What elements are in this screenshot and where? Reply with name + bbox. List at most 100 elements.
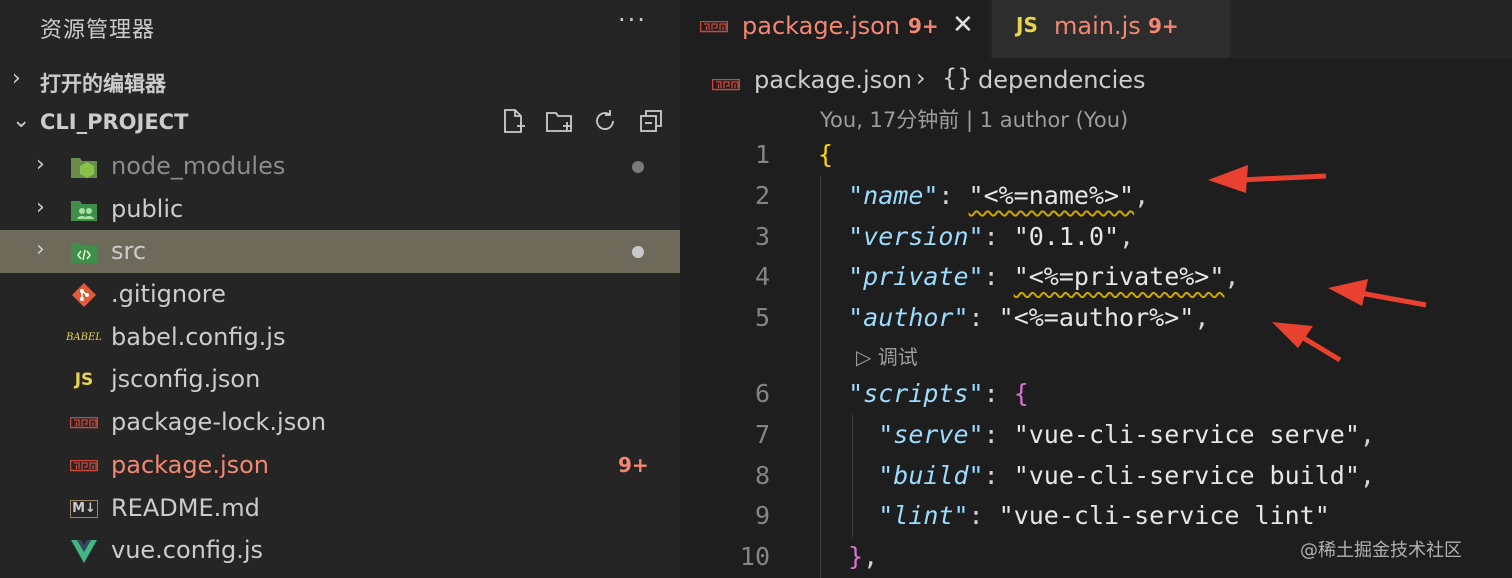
- explorer-sidebar: 资源管理器 ··· › 打开的编辑器 ⌄ CLI_PROJECT › node_…: [0, 0, 680, 578]
- tree-item-label: package-lock.json: [111, 408, 327, 437]
- code-line: 3 "version": "0.1.0",: [680, 216, 1512, 258]
- line-number: 8: [754, 460, 770, 490]
- modified-dot: [632, 246, 644, 259]
- colon: :: [938, 180, 969, 210]
- close-icon[interactable]: ✕: [952, 10, 974, 40]
- colon: :: [983, 221, 1014, 251]
- tree-item-node-modules[interactable]: › node_modules: [0, 145, 680, 188]
- tree-item-package-lock[interactable]: package-lock.json: [0, 401, 680, 444]
- breadcrumb-file[interactable]: package.json: [754, 66, 912, 94]
- tree-item-label: src: [111, 237, 147, 266]
- line-number: 1: [754, 140, 770, 169]
- src-folder-icon: [70, 238, 98, 266]
- problems-badge: 9+: [1148, 14, 1179, 38]
- json-value: "<%=author%>": [998, 303, 1195, 333]
- refresh-icon[interactable]: [590, 106, 620, 136]
- explorer-header: 资源管理器 ···: [0, 0, 680, 52]
- more-actions-icon[interactable]: ···: [618, 6, 647, 34]
- tree-item-babel-config[interactable]: BABEL babel.config.js: [0, 316, 680, 359]
- breadcrumb-dependencies[interactable]: dependencies: [978, 66, 1146, 94]
- json-key: "lint": [878, 501, 969, 531]
- tree-item-jsconfig[interactable]: JS jsconfig.json: [0, 358, 680, 401]
- json-key: "scripts": [848, 378, 984, 408]
- json-value: "vue-cli-service build": [1013, 460, 1360, 490]
- chevron-right-icon: ›: [12, 66, 21, 91]
- line-content: "serve": "vue-cli-service serve",: [818, 420, 1375, 449]
- debug-codelens[interactable]: ▷ 调试: [856, 341, 918, 370]
- explorer-title: 资源管理器: [40, 18, 156, 43]
- code-editor[interactable]: 1 { 2 "name": "<%=name%>", 3 "version": …: [680, 135, 1512, 578]
- json-value: "<%=private%>": [1013, 262, 1225, 292]
- code-line: 5 "author": "<%=author%>",: [680, 298, 1512, 339]
- js-config-icon: JS: [74, 370, 94, 391]
- comma: ,: [1359, 419, 1375, 449]
- vue-icon: [70, 537, 98, 565]
- tree-item-vue-config[interactable]: vue.config.js: [0, 529, 680, 572]
- colon: :: [968, 303, 999, 333]
- code-line: 8 "build": "vue-cli-service build",: [680, 455, 1512, 497]
- tree-item-src[interactable]: › src: [0, 230, 680, 274]
- tree-item-label: node_modules: [111, 152, 286, 180]
- json-key: "serve": [878, 419, 984, 449]
- project-label: CLI_PROJECT: [40, 110, 189, 134]
- tree-item-public[interactable]: › public: [0, 188, 680, 231]
- file-tree: › node_modules › public › src .gitignore…: [0, 145, 680, 572]
- line-content: "version": "0.1.0",: [818, 222, 1134, 251]
- new-file-icon[interactable]: [498, 106, 528, 136]
- colon: :: [983, 262, 1014, 292]
- tree-item-label: README.md: [111, 493, 260, 522]
- line-content: "name": "<%=name%>",: [818, 181, 1149, 210]
- json-value: "vue-cli-service serve": [1013, 419, 1360, 449]
- tree-item-gitignore[interactable]: .gitignore: [0, 273, 680, 316]
- open-editors-section[interactable]: › 打开的编辑器: [0, 60, 680, 100]
- watermark: @稀土掘金技术社区: [1300, 540, 1462, 561]
- colon: :: [983, 460, 1014, 490]
- line-content: "lint": "vue-cli-service lint": [818, 501, 1330, 530]
- line-number: 2: [754, 180, 770, 210]
- code-line: 9 "lint": "vue-cli-service lint": [680, 496, 1512, 538]
- code-line: 2 "name": "<%=name%>",: [680, 175, 1512, 217]
- npm-icon: [711, 76, 741, 95]
- tree-item-label: babel.config.js: [111, 322, 286, 351]
- project-section[interactable]: ⌄ CLI_PROJECT: [0, 102, 680, 142]
- new-folder-icon[interactable]: [544, 106, 574, 136]
- comma: ,: [1224, 262, 1240, 292]
- tab-main-js[interactable]: JS main.js 9+: [992, 0, 1230, 58]
- modified-dot: [632, 161, 644, 173]
- tab-bar: package.json 9+ ✕ JS main.js 9+: [680, 0, 1512, 58]
- object-symbol-icon: {}: [942, 64, 973, 92]
- tree-item-label: public: [111, 194, 184, 223]
- tree-item-readme[interactable]: M↓ README.md: [0, 487, 680, 530]
- comma: ,: [1134, 180, 1150, 210]
- line-content: "build": "vue-cli-service build",: [818, 461, 1375, 490]
- collapse-all-icon[interactable]: [636, 106, 666, 136]
- line-number: 6: [754, 378, 770, 408]
- code-line: 1 {: [680, 135, 1512, 176]
- codelens-row: ▷ 调试: [680, 338, 1512, 374]
- line-number: 7: [754, 419, 770, 449]
- tab-package-json[interactable]: package.json 9+ ✕: [680, 0, 990, 58]
- json-value: "vue-cli-service lint": [998, 501, 1330, 531]
- code-line: 4 "private": "<%=private%>",: [680, 257, 1512, 299]
- comma: ,: [1194, 303, 1210, 333]
- indent-guide: [820, 338, 821, 374]
- tree-item-label: vue.config.js: [111, 536, 264, 565]
- json-key: "version": [848, 221, 984, 251]
- json-key: "build": [878, 460, 984, 490]
- line-content: },: [818, 542, 878, 571]
- node-folder-icon: [70, 153, 98, 181]
- problems-badge: 9+: [618, 452, 649, 477]
- brace: {: [818, 140, 834, 169]
- babel-icon: BABEL: [66, 332, 102, 344]
- git-icon: [70, 281, 98, 309]
- code-line: 6 "scripts": {: [680, 373, 1512, 415]
- tab-label: main.js: [1054, 12, 1141, 40]
- tree-item-package-json[interactable]: package.json 9+: [0, 444, 680, 487]
- codelens-author[interactable]: You, 17分钟前 | 1 author (You): [820, 104, 1128, 134]
- line-number: 4: [754, 262, 770, 292]
- line-content: "author": "<%=author%>",: [818, 303, 1209, 332]
- tree-item-label: .gitignore: [111, 280, 226, 309]
- brace: }: [848, 542, 864, 572]
- line-number: 10: [739, 542, 770, 572]
- breadcrumb: package.json › {} dependencies: [680, 62, 1512, 100]
